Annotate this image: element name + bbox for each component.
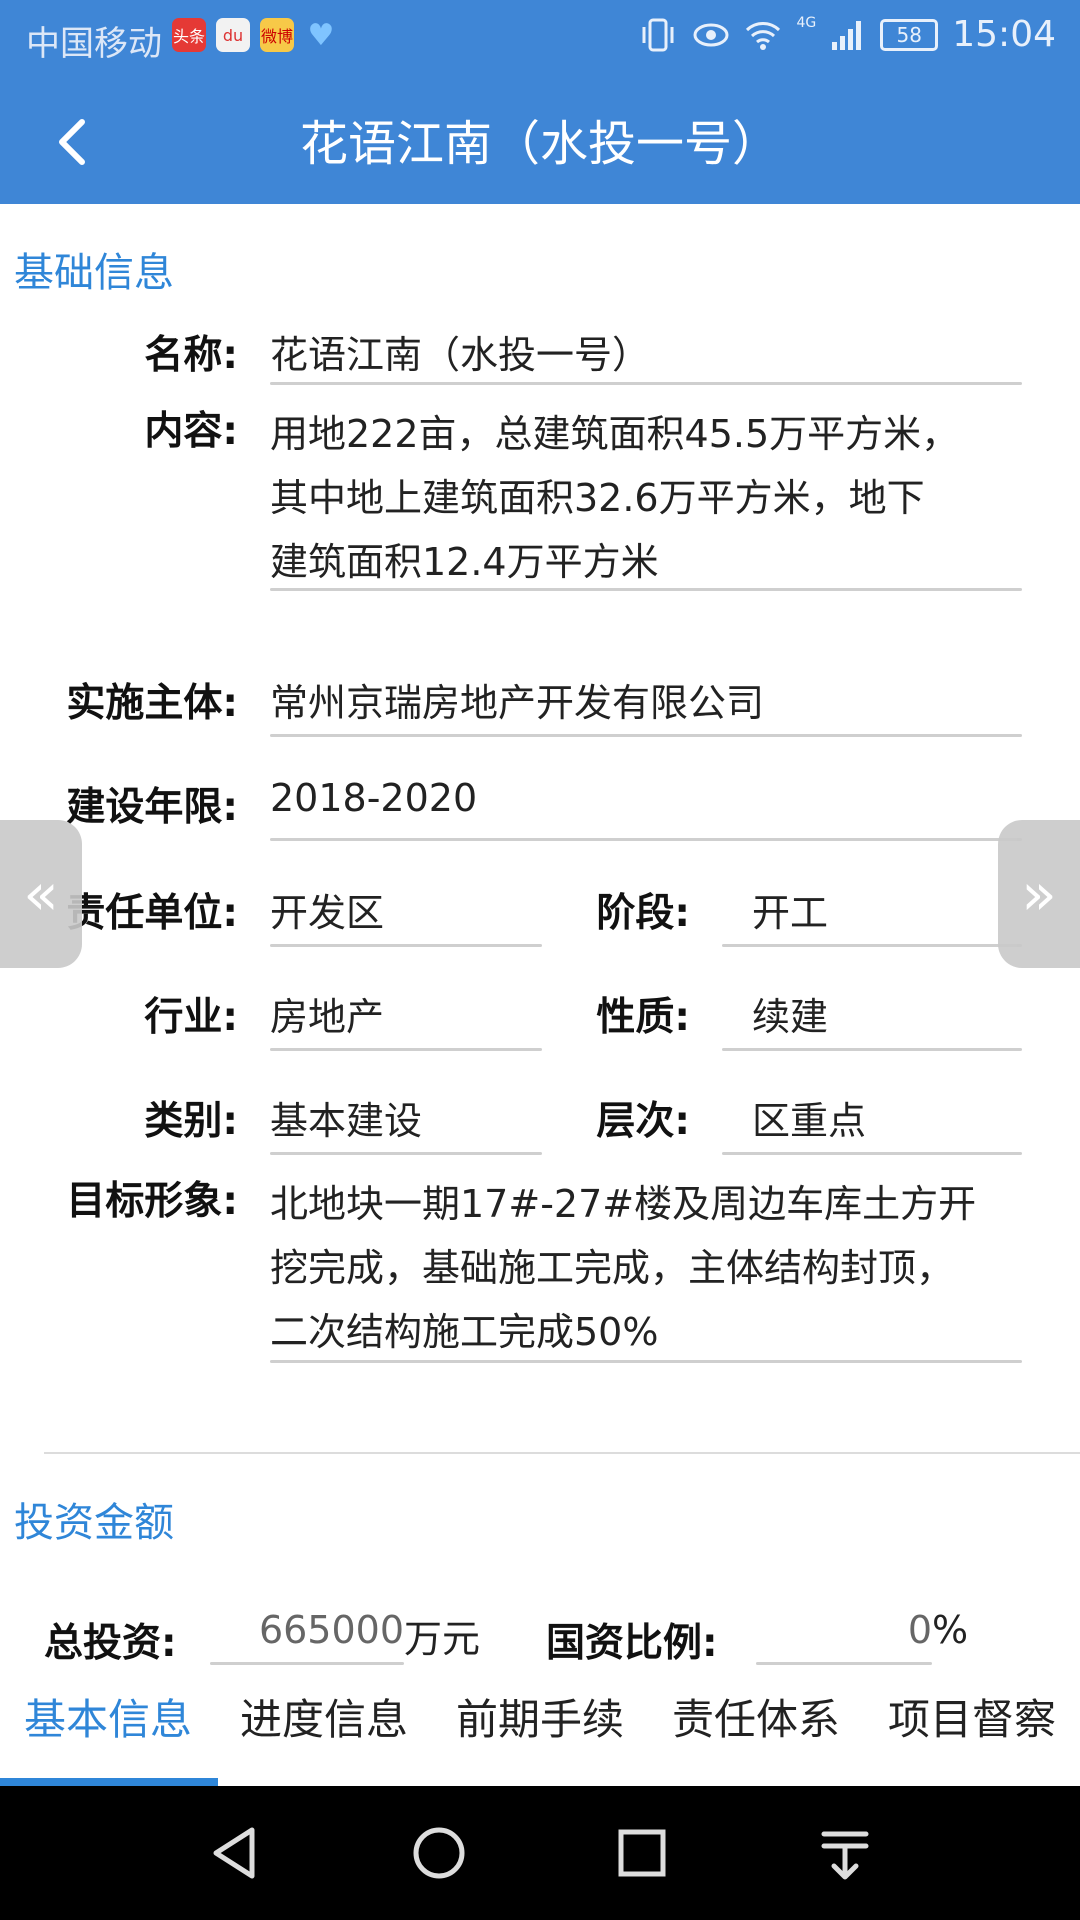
bottom-tabs: 基本信息 进度信息 前期手续 责任体系 项目督察 bbox=[0, 1690, 1080, 1786]
entity-value: 常州京瑞房地产开发有限公司 bbox=[270, 681, 765, 725]
level-underline bbox=[722, 1152, 1022, 1155]
stage-value: 开工 bbox=[752, 891, 829, 935]
content-underline bbox=[270, 588, 1022, 591]
page-title: 花语江南（水投一号） bbox=[299, 116, 780, 172]
status-bar: 中国移动 头条 du 微博 ♥ 4G 58 15:04 bbox=[0, 0, 1080, 76]
system-status: 4G 58 15:04 bbox=[638, 14, 1056, 55]
state-ratio-unit: % bbox=[932, 1608, 969, 1652]
tab-progress-info[interactable]: 进度信息 bbox=[216, 1690, 432, 1786]
weibo-app-icon: 微博 bbox=[260, 18, 294, 52]
name-label: 名称: bbox=[144, 333, 238, 378]
battery-icon: 58 bbox=[880, 18, 939, 51]
basic-info-section-title: 基础信息 bbox=[14, 250, 174, 296]
category-label: 类别: bbox=[144, 1099, 238, 1144]
nav-home-icon[interactable] bbox=[404, 1818, 474, 1888]
clock: 15:04 bbox=[952, 14, 1056, 55]
nav-back-icon[interactable] bbox=[200, 1818, 270, 1888]
industry-underline bbox=[270, 1048, 542, 1051]
responsible-unit-label: 责任单位: bbox=[66, 891, 238, 936]
state-ratio-value[interactable]: 0 bbox=[756, 1608, 932, 1652]
content-value: 用地222亩，总建筑面积45.5万平方米，其中地上建筑面积32.6万平方米，地下… bbox=[270, 412, 960, 584]
tab-basic-info[interactable]: 基本信息 bbox=[0, 1690, 216, 1786]
wifi-icon bbox=[746, 21, 781, 50]
notification-icons: 头条 du 微博 ♥ bbox=[172, 17, 338, 53]
next-project-button[interactable]: » bbox=[998, 820, 1080, 968]
previous-project-button[interactable]: « bbox=[0, 820, 82, 968]
tab-preliminary-procedures[interactable]: 前期手续 bbox=[432, 1690, 648, 1786]
signal-icon bbox=[832, 20, 862, 50]
responsible-unit-underline bbox=[270, 944, 542, 947]
name-underline bbox=[270, 382, 1022, 385]
industry-value: 房地产 bbox=[270, 995, 385, 1039]
entity-underline bbox=[270, 734, 1022, 737]
period-value: 2018-2020 bbox=[270, 776, 478, 820]
industry-label: 行业: bbox=[144, 995, 238, 1040]
nav-recents-icon[interactable] bbox=[607, 1818, 677, 1888]
total-investment-unit: 万元 bbox=[404, 1617, 481, 1661]
section-divider bbox=[44, 1452, 1080, 1454]
target-value: 北地块一期17#-27#楼及周边车库土方开挖完成，基础施工完成，主体结构封顶，二… bbox=[270, 1182, 977, 1354]
name-value: 花语江南（水投一号） bbox=[270, 333, 651, 377]
state-ratio-underline bbox=[756, 1662, 932, 1665]
total-investment-underline bbox=[210, 1662, 404, 1665]
target-underline bbox=[270, 1360, 1022, 1363]
app-header: 中国移动 头条 du 微博 ♥ 4G 58 15:04 花语江南（水投一号） bbox=[0, 0, 1080, 204]
active-tab-indicator bbox=[0, 1778, 218, 1786]
nature-label: 性质: bbox=[596, 995, 690, 1040]
nature-underline bbox=[722, 1048, 1022, 1051]
nav-notification-pulldown-icon[interactable] bbox=[810, 1818, 880, 1888]
eye-icon bbox=[693, 23, 729, 46]
carrier-label: 中国移动 bbox=[26, 24, 162, 64]
category-underline bbox=[270, 1152, 542, 1155]
level-label: 层次: bbox=[596, 1099, 690, 1144]
state-ratio-label: 国资比例: bbox=[546, 1621, 718, 1666]
entity-label: 实施主体: bbox=[66, 681, 238, 726]
heart-app-icon: ♥ bbox=[307, 17, 335, 53]
period-underline bbox=[270, 838, 1022, 841]
system-navigation-bar bbox=[0, 1786, 1080, 1920]
target-label: 目标形象: bbox=[66, 1179, 238, 1224]
period-label: 建设年限: bbox=[66, 785, 238, 830]
tab-project-supervision[interactable]: 项目督察 bbox=[864, 1690, 1080, 1786]
toutiao-app-icon: 头条 bbox=[172, 18, 206, 52]
investment-section-title: 投资金额 bbox=[14, 1500, 174, 1546]
vibrate-icon bbox=[642, 18, 674, 51]
total-investment-label: 总投资: bbox=[44, 1621, 177, 1666]
tab-responsibility-system[interactable]: 责任体系 bbox=[648, 1690, 864, 1786]
category-value: 基本建设 bbox=[270, 1099, 423, 1143]
responsible-unit-value: 开发区 bbox=[270, 891, 385, 935]
network-type-label: 4G bbox=[796, 14, 817, 31]
nature-value: 续建 bbox=[752, 995, 829, 1039]
stage-underline bbox=[722, 944, 1022, 947]
level-value: 区重点 bbox=[752, 1099, 867, 1143]
map-app-icon: du bbox=[216, 18, 250, 52]
total-investment-value[interactable]: 665000 bbox=[210, 1608, 404, 1652]
stage-label: 阶段: bbox=[596, 891, 690, 936]
content-label: 内容: bbox=[144, 409, 238, 454]
